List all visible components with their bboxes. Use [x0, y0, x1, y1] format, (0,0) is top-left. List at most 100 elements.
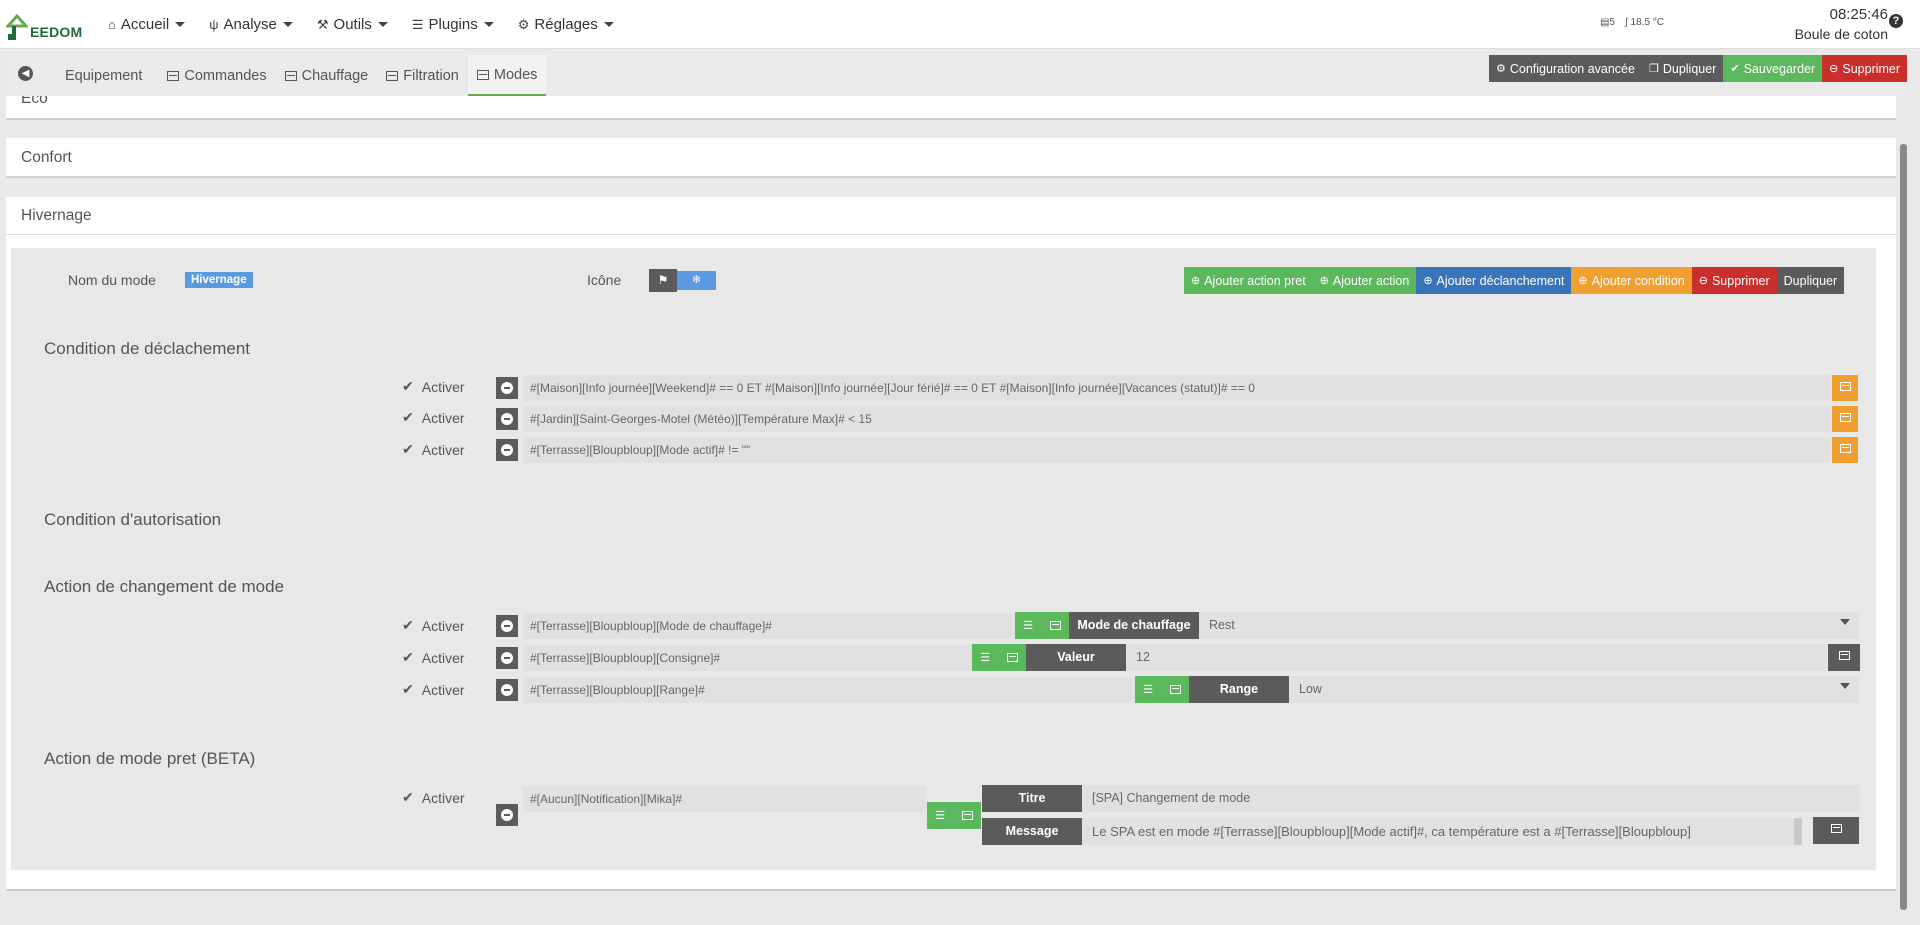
thermometer-icon: ∫ — [1625, 17, 1628, 28]
nav-analyse[interactable]: ψ Analyse — [197, 0, 305, 49]
chevron-down-icon[interactable] — [1840, 619, 1850, 625]
remove-action-pret-button[interactable] — [496, 804, 518, 826]
action-command-input[interactable]: #[Terrasse][Bloupbloup][Mode de chauffag… — [523, 613, 1015, 639]
remove-trigger-button[interactable] — [496, 439, 518, 461]
section-pret-title: Action de mode pret (BETA) — [44, 749, 256, 768]
action-command-input[interactable]: #[Terrasse][Bloupbloup][Consigne]# — [523, 645, 972, 671]
add-condition-label: Ajouter condition — [1591, 273, 1685, 288]
save-button[interactable]: ✔ Sauvegarder — [1723, 55, 1823, 82]
action-options-button[interactable]: ☰ — [972, 644, 1026, 671]
nav-plugins[interactable]: ☰ Plugins — [400, 0, 506, 49]
check-icon: ✔ — [402, 441, 414, 457]
nav-outils[interactable]: ⚒ Outils — [305, 0, 400, 49]
icon-selector[interactable]: ⚑ ❄ — [649, 269, 716, 292]
nav-outils-label: Outils — [333, 16, 372, 33]
minus-circle-icon — [501, 683, 513, 696]
activer-checkbox[interactable]: ✔ Activer — [402, 649, 465, 666]
help-icon[interactable]: ? — [1889, 14, 1903, 28]
select-command-button[interactable] — [1832, 406, 1858, 432]
action-options-button[interactable]: ☰ — [927, 802, 981, 829]
nav-analyse-label: Analyse — [223, 16, 277, 33]
delete-button[interactable]: ⊖ Supprimer — [1822, 55, 1908, 82]
panel-eco-title: Eco — [21, 96, 48, 107]
activer-checkbox[interactable]: ✔ Activer — [402, 681, 465, 698]
action-pret-command-input[interactable]: #[Aucun][Notification][Mika]# — [523, 786, 926, 812]
textarea-scrollbar[interactable] — [1794, 818, 1802, 845]
mode-name-value[interactable]: Hivernage — [185, 272, 253, 288]
chevron-down-icon — [603, 22, 614, 27]
duplicate-mode-button[interactable]: Dupliquer — [1776, 267, 1845, 294]
action-param-label: Range — [1189, 676, 1289, 703]
duplicate-button[interactable]: ❐ Dupliquer — [1641, 55, 1724, 82]
select-command-button[interactable] — [1832, 375, 1858, 401]
activer-checkbox[interactable]: ✔ Activer — [402, 789, 465, 806]
remove-trigger-button[interactable] — [496, 408, 518, 430]
list-alt-icon — [1839, 413, 1851, 422]
check-icon: ✔ — [402, 789, 414, 805]
action-param-input[interactable]: 12 — [1126, 644, 1827, 671]
panel-hivernage-title[interactable]: Hivernage — [6, 207, 1896, 225]
check-icon: ✔ — [402, 681, 414, 697]
action-options-button[interactable]: ☰ — [1135, 676, 1189, 703]
widget-temperature: ∫ 18.5 °C — [1625, 17, 1664, 28]
trigger-input[interactable]: #[Terrasse][Bloupbloup][Mode actif]# != … — [523, 437, 1831, 463]
remove-action-button[interactable] — [496, 679, 518, 701]
widget-value: 5 — [1609, 17, 1616, 28]
panel-eco[interactable]: Eco — [6, 96, 1896, 120]
list-icon — [284, 70, 297, 81]
remove-action-button[interactable] — [496, 615, 518, 637]
panel-confort[interactable]: Confort — [6, 138, 1896, 178]
page-scrollbar[interactable] — [1900, 144, 1907, 910]
activer-checkbox[interactable]: ✔ Activer — [402, 617, 465, 634]
tab-filtration[interactable]: Filtration — [377, 55, 468, 96]
equipment-actions: ⚙ Configuration avancée ❐ Dupliquer ✔ Sauve… — [1489, 55, 1908, 82]
activer-checkbox[interactable]: ✔ Activer — [402, 441, 465, 458]
tab-equipement[interactable]: Equipement — [56, 55, 158, 96]
trigger-input[interactable]: #[Jardin][Saint-Georges-Motel (Météo)][T… — [523, 406, 1831, 432]
add-action-label: Ajouter action — [1332, 273, 1410, 288]
advanced-config-button[interactable]: ⚙ Configuration avancée — [1489, 55, 1642, 82]
minus-circle-icon: ⊖ — [1829, 63, 1839, 75]
add-action-pret-label: Ajouter action pret — [1204, 273, 1306, 288]
mode-content — [11, 248, 1876, 870]
check-icon: ✔ — [402, 617, 414, 633]
chevron-down-icon — [377, 22, 388, 27]
trigger-input[interactable]: #[Maison][Info journée][Weekend]# == 0 E… — [523, 375, 1831, 401]
tab-modes[interactable]: Modes — [467, 55, 547, 96]
add-action-button[interactable]: ⊕ Ajouter action — [1312, 267, 1417, 294]
add-condition-button[interactable]: ⊕ Ajouter condition — [1571, 267, 1692, 294]
title-input[interactable]: [SPA] Changement de mode — [1082, 785, 1860, 812]
clock: 08:25:46 Boule de coton — [1782, 6, 1888, 42]
add-action-pret-button[interactable]: ⊕ Ajouter action pret — [1184, 267, 1313, 294]
brand-logo[interactable]: EEDOM — [6, 6, 82, 42]
activer-checkbox[interactable]: ✔ Activer — [402, 409, 465, 426]
flag-icon[interactable]: ⚑ — [649, 269, 677, 292]
nav-reglages[interactable]: ⚙ Réglages — [506, 0, 626, 49]
minus-circle-icon — [501, 412, 513, 425]
chevron-down-icon — [483, 22, 494, 27]
tab-chauffage[interactable]: Chauffage — [276, 55, 378, 96]
delete-mode-button[interactable]: ⊖ Supprimer — [1691, 267, 1777, 294]
remove-trigger-button[interactable] — [496, 377, 518, 399]
nav-plugins-label: Plugins — [428, 16, 478, 33]
activer-checkbox[interactable]: ✔ Activer — [402, 378, 465, 395]
select-command-button[interactable] — [1832, 437, 1858, 463]
action-command-input[interactable]: #[Terrasse][Bloupbloup][Range]# — [523, 677, 1135, 703]
action-options-button[interactable]: ☰ — [1015, 612, 1069, 639]
tab-commandes[interactable]: Commandes — [158, 55, 275, 96]
remove-action-button[interactable] — [496, 647, 518, 669]
select-message-button[interactable] — [1813, 817, 1859, 844]
nav-accueil[interactable]: ⌂ Accueil — [96, 0, 197, 49]
chevron-down-icon[interactable] — [1840, 683, 1850, 689]
message-label: Message — [982, 818, 1082, 845]
back-arrow-icon[interactable]: ◀ — [18, 66, 33, 81]
select-value-button[interactable] — [1828, 644, 1860, 671]
home-icon: ⌂ — [108, 17, 116, 32]
tabs: Equipement Commandes Chauffage Filtratio… — [56, 55, 547, 96]
list-alt-icon — [961, 811, 973, 820]
chevron-down-icon — [282, 22, 293, 27]
action-param-select[interactable]: Low — [1289, 676, 1859, 703]
action-param-select[interactable]: Rest — [1199, 612, 1859, 639]
message-textarea[interactable]: Le SPA est en mode #[Terrasse][Bloupblou… — [1082, 818, 1802, 845]
add-trigger-button[interactable]: ⊕ Ajouter déclanchement — [1416, 267, 1572, 294]
